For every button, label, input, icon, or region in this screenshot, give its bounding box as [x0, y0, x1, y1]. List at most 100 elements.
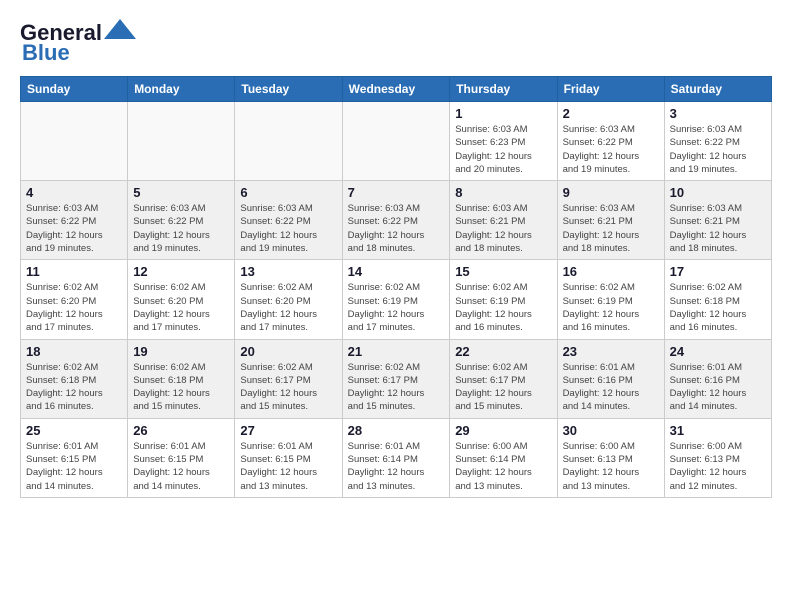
calendar-cell: 26 Sunrise: 6:01 AM Sunset: 6:15 PM Dayli…: [128, 418, 235, 497]
calendar-cell: 24 Sunrise: 6:01 AM Sunset: 6:16 PM Dayli…: [664, 339, 771, 418]
day-info: Sunrise: 6:03 AM Sunset: 6:22 PM Dayligh…: [348, 202, 445, 255]
calendar-cell: 19Sunrise: 6:02 AM Sunset: 6:18 PM Dayli…: [128, 339, 235, 418]
day-number: 15: [455, 264, 551, 279]
day-info: Sunrise: 6:00 AM Sunset: 6:13 PM Dayligh…: [563, 440, 659, 493]
day-number: 21: [348, 344, 445, 359]
day-info: Sunrise: 6:03 AM Sunset: 6:21 PM Dayligh…: [455, 202, 551, 255]
calendar-cell: 7 Sunrise: 6:03 AM Sunset: 6:22 PM Daylig…: [342, 181, 450, 260]
calendar-cell: 8 Sunrise: 6:03 AM Sunset: 6:21 PM Daylig…: [450, 181, 557, 260]
calendar-cell: 29Sunrise: 6:00 AM Sunset: 6:14 PM Dayli…: [450, 418, 557, 497]
day-info: Sunrise: 6:01 AM Sunset: 6:15 PM Dayligh…: [240, 440, 336, 493]
calendar-cell: 5 Sunrise: 6:03 AM Sunset: 6:22 PM Daylig…: [128, 181, 235, 260]
calendar-cell: 15 Sunrise: 6:02 AM Sunset: 6:19 PM Dayli…: [450, 260, 557, 339]
day-number: 17: [670, 264, 766, 279]
calendar-week-row: 11 Sunrise: 6:02 AM Sunset: 6:20 PM Dayli…: [21, 260, 772, 339]
calendar-week-row: 1 Sunrise: 6:03 AM Sunset: 6:23 PM Daylig…: [21, 102, 772, 181]
logo-blue: Blue: [22, 40, 70, 66]
day-info: Sunrise: 6:03 AM Sunset: 6:22 PM Dayligh…: [563, 123, 659, 176]
day-number: 22: [455, 344, 551, 359]
calendar-cell: [128, 102, 235, 181]
day-number: 31: [670, 423, 766, 438]
day-number: 7: [348, 185, 445, 200]
day-number: 11: [26, 264, 122, 279]
logo-icon: [104, 19, 136, 39]
day-number: 13: [240, 264, 336, 279]
calendar-week-row: 18 Sunrise: 6:02 AM Sunset: 6:18 PM Dayli…: [21, 339, 772, 418]
calendar: SundayMondayTuesdayWednesdayThursdayFrid…: [20, 76, 772, 498]
day-number: 18: [26, 344, 122, 359]
day-info: Sunrise: 6:03 AM Sunset: 6:21 PM Dayligh…: [563, 202, 659, 255]
day-info: Sunrise: 6:03 AM Sunset: 6:23 PM Dayligh…: [455, 123, 551, 176]
day-number: 3: [670, 106, 766, 121]
calendar-day-header: Thursday: [450, 77, 557, 102]
calendar-cell: 1 Sunrise: 6:03 AM Sunset: 6:23 PM Daylig…: [450, 102, 557, 181]
calendar-cell: 20 Sunrise: 6:02 AM Sunset: 6:17 PM Dayli…: [235, 339, 342, 418]
calendar-day-header: Sunday: [21, 77, 128, 102]
calendar-cell: 31 Sunrise: 6:00 AM Sunset: 6:13 PM Dayli…: [664, 418, 771, 497]
calendar-day-header: Saturday: [664, 77, 771, 102]
day-info: Sunrise: 6:01 AM Sunset: 6:15 PM Dayligh…: [133, 440, 229, 493]
day-number: 8: [455, 185, 551, 200]
day-info: Sunrise: 6:02 AM Sunset: 6:18 PM Dayligh…: [670, 281, 766, 334]
calendar-cell: [21, 102, 128, 181]
calendar-week-row: 25Sunrise: 6:01 AM Sunset: 6:15 PM Dayli…: [21, 418, 772, 497]
calendar-cell: 11 Sunrise: 6:02 AM Sunset: 6:20 PM Dayli…: [21, 260, 128, 339]
calendar-header-row: SundayMondayTuesdayWednesdayThursdayFrid…: [21, 77, 772, 102]
day-info: Sunrise: 6:01 AM Sunset: 6:16 PM Dayligh…: [563, 361, 659, 414]
calendar-cell: 13 Sunrise: 6:02 AM Sunset: 6:20 PM Dayli…: [235, 260, 342, 339]
day-info: Sunrise: 6:02 AM Sunset: 6:17 PM Dayligh…: [240, 361, 336, 414]
calendar-day-header: Tuesday: [235, 77, 342, 102]
day-number: 5: [133, 185, 229, 200]
day-number: 28: [348, 423, 445, 438]
day-info: Sunrise: 6:03 AM Sunset: 6:22 PM Dayligh…: [670, 123, 766, 176]
day-number: 12: [133, 264, 229, 279]
calendar-cell: 16 Sunrise: 6:02 AM Sunset: 6:19 PM Dayli…: [557, 260, 664, 339]
calendar-day-header: Friday: [557, 77, 664, 102]
day-info: Sunrise: 6:01 AM Sunset: 6:15 PM Dayligh…: [26, 440, 122, 493]
day-info: Sunrise: 6:02 AM Sunset: 6:19 PM Dayligh…: [563, 281, 659, 334]
day-number: 1: [455, 106, 551, 121]
calendar-cell: 10Sunrise: 6:03 AM Sunset: 6:21 PM Dayli…: [664, 181, 771, 260]
day-info: Sunrise: 6:02 AM Sunset: 6:19 PM Dayligh…: [348, 281, 445, 334]
day-info: Sunrise: 6:01 AM Sunset: 6:16 PM Dayligh…: [670, 361, 766, 414]
day-info: Sunrise: 6:02 AM Sunset: 6:20 PM Dayligh…: [26, 281, 122, 334]
calendar-cell: 18 Sunrise: 6:02 AM Sunset: 6:18 PM Dayli…: [21, 339, 128, 418]
day-number: 23: [563, 344, 659, 359]
day-number: 6: [240, 185, 336, 200]
day-number: 2: [563, 106, 659, 121]
day-number: 20: [240, 344, 336, 359]
day-number: 16: [563, 264, 659, 279]
day-number: 27: [240, 423, 336, 438]
day-info: Sunrise: 6:02 AM Sunset: 6:19 PM Dayligh…: [455, 281, 551, 334]
calendar-week-row: 4 Sunrise: 6:03 AM Sunset: 6:22 PM Daylig…: [21, 181, 772, 260]
day-number: 9: [563, 185, 659, 200]
calendar-cell: 28Sunrise: 6:01 AM Sunset: 6:14 PM Dayli…: [342, 418, 450, 497]
calendar-cell: 30 Sunrise: 6:00 AM Sunset: 6:13 PM Dayli…: [557, 418, 664, 497]
day-number: 14: [348, 264, 445, 279]
day-info: Sunrise: 6:02 AM Sunset: 6:18 PM Dayligh…: [26, 361, 122, 414]
day-info: Sunrise: 6:02 AM Sunset: 6:20 PM Dayligh…: [133, 281, 229, 334]
day-info: Sunrise: 6:03 AM Sunset: 6:22 PM Dayligh…: [26, 202, 122, 255]
day-info: Sunrise: 6:03 AM Sunset: 6:22 PM Dayligh…: [240, 202, 336, 255]
day-info: Sunrise: 6:02 AM Sunset: 6:17 PM Dayligh…: [455, 361, 551, 414]
calendar-cell: 3 Sunrise: 6:03 AM Sunset: 6:22 PM Daylig…: [664, 102, 771, 181]
day-number: 26: [133, 423, 229, 438]
calendar-cell: 21Sunrise: 6:02 AM Sunset: 6:17 PM Dayli…: [342, 339, 450, 418]
calendar-cell: 17 Sunrise: 6:02 AM Sunset: 6:18 PM Dayli…: [664, 260, 771, 339]
day-info: Sunrise: 6:03 AM Sunset: 6:22 PM Dayligh…: [133, 202, 229, 255]
day-info: Sunrise: 6:02 AM Sunset: 6:20 PM Dayligh…: [240, 281, 336, 334]
day-number: 24: [670, 344, 766, 359]
calendar-day-header: Monday: [128, 77, 235, 102]
day-number: 4: [26, 185, 122, 200]
page-header: General Blue: [20, 20, 772, 66]
day-number: 19: [133, 344, 229, 359]
day-number: 10: [670, 185, 766, 200]
day-info: Sunrise: 6:00 AM Sunset: 6:13 PM Dayligh…: [670, 440, 766, 493]
calendar-cell: 23 Sunrise: 6:01 AM Sunset: 6:16 PM Dayli…: [557, 339, 664, 418]
calendar-cell: 25Sunrise: 6:01 AM Sunset: 6:15 PM Dayli…: [21, 418, 128, 497]
calendar-cell: 9 Sunrise: 6:03 AM Sunset: 6:21 PM Daylig…: [557, 181, 664, 260]
calendar-cell: 6 Sunrise: 6:03 AM Sunset: 6:22 PM Daylig…: [235, 181, 342, 260]
day-number: 30: [563, 423, 659, 438]
calendar-cell: 4 Sunrise: 6:03 AM Sunset: 6:22 PM Daylig…: [21, 181, 128, 260]
calendar-cell: 2 Sunrise: 6:03 AM Sunset: 6:22 PM Daylig…: [557, 102, 664, 181]
